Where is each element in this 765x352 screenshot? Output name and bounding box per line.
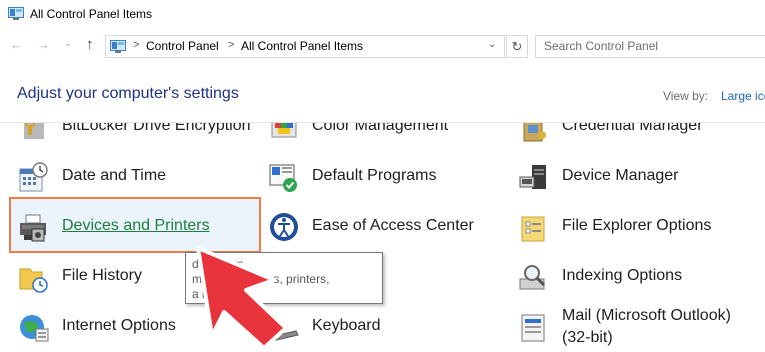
item-label: Mail (Microsoft Outlook) (32-bit) xyxy=(562,307,731,346)
bitlocker-icon xyxy=(24,123,44,139)
breadcrumb-control-panel[interactable]: Control Panel xyxy=(146,39,219,53)
title-bar: All Control Panel Items xyxy=(0,0,765,30)
view-by-label: View by: xyxy=(663,89,709,103)
header-divider xyxy=(0,122,765,123)
device-manager-icon xyxy=(519,165,546,189)
color-management-icon xyxy=(271,123,297,138)
refresh-button[interactable]: ↻ xyxy=(506,35,528,58)
internet-options-icon xyxy=(20,315,49,342)
item-label: Ease of Access Center xyxy=(312,217,474,234)
up-arrow-icon[interactable]: ↑ xyxy=(86,36,94,53)
item-label: Keyboard xyxy=(312,317,381,334)
window-title: All Control Panel Items xyxy=(30,7,153,21)
item-label: File History xyxy=(62,267,143,284)
item-label: BitLocker Drive Encryption xyxy=(62,123,251,134)
printer-icon xyxy=(20,214,46,242)
item-label: Indexing Options xyxy=(562,267,683,284)
search-box[interactable] xyxy=(535,35,765,58)
annotation-arrow-icon xyxy=(196,246,288,350)
item-label: Date and Time xyxy=(62,167,167,184)
chevron-right-icon[interactable]: > xyxy=(228,39,234,51)
address-bar[interactable]: > Control Panel > All Control Panel Item… xyxy=(105,35,505,58)
credential-manager-icon xyxy=(523,123,546,142)
item-label: Credential Manager xyxy=(562,123,703,134)
item-label: File Explorer Options xyxy=(562,217,712,234)
back-arrow-icon[interactable]: ← xyxy=(10,37,23,52)
date-time-icon xyxy=(19,162,48,192)
breadcrumb-all-items[interactable]: All Control Panel Items xyxy=(241,39,363,53)
chevron-down-icon[interactable]: ⌄ xyxy=(488,39,496,50)
file-explorer-options-icon xyxy=(521,216,545,242)
control-panel-icon xyxy=(110,40,126,53)
search-input[interactable] xyxy=(544,39,744,53)
file-history-icon xyxy=(19,268,48,293)
item-label: Default Programs xyxy=(312,167,437,184)
item-label: Color Management xyxy=(312,123,449,134)
item-label: Device Manager xyxy=(562,167,679,184)
page-heading: Adjust your computer's settings xyxy=(17,85,239,102)
chevron-right-icon[interactable]: > xyxy=(133,39,139,51)
mail-icon xyxy=(521,314,545,342)
control-panel-icon xyxy=(8,7,24,20)
items-clip: BitLocker Drive Encryption Color Managem… xyxy=(0,123,765,352)
forward-arrow-icon[interactable]: → xyxy=(37,37,50,52)
recent-locations-icon[interactable]: ⌄ xyxy=(64,38,72,49)
item-label: Internet Options xyxy=(62,317,176,334)
view-mode-dropdown[interactable]: Large ico xyxy=(721,89,765,103)
default-programs-icon xyxy=(269,164,297,192)
indexing-options-icon xyxy=(519,265,546,290)
